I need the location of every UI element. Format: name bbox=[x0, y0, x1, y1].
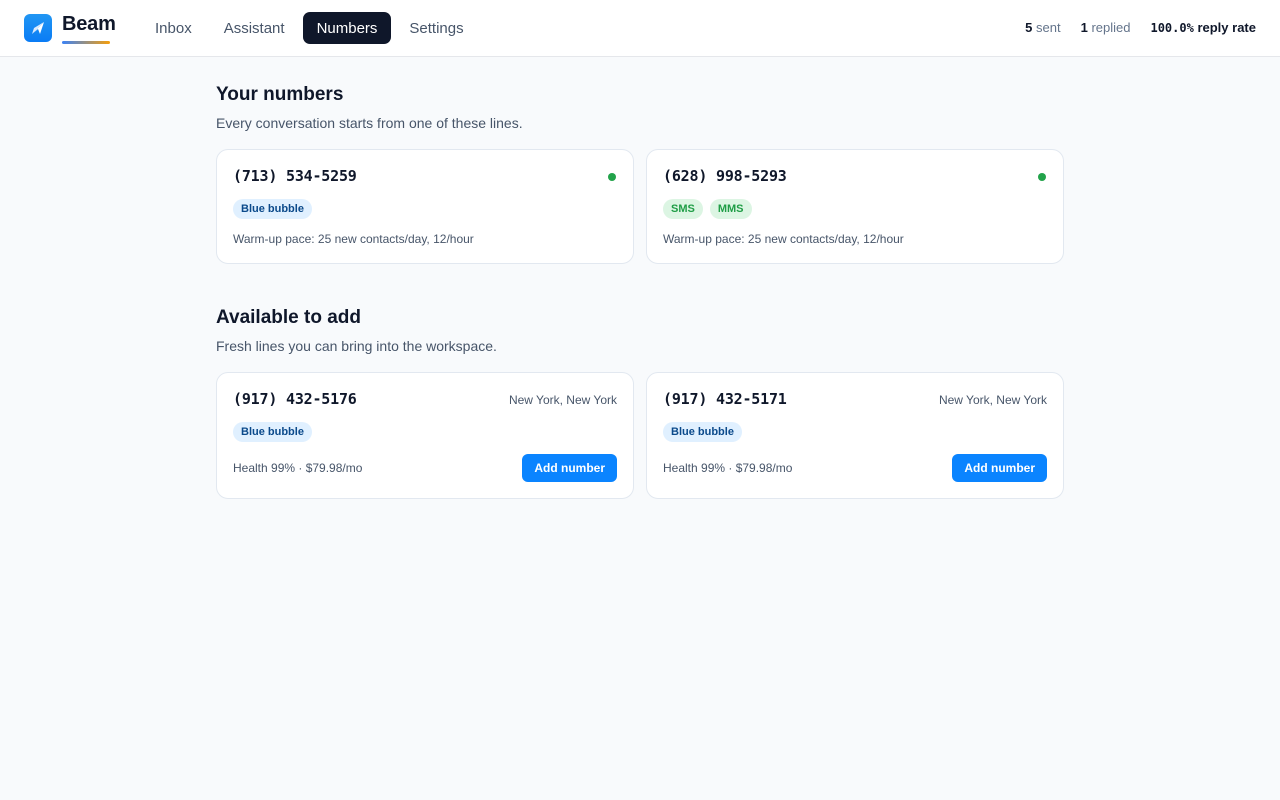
number-location: New York, New York bbox=[508, 393, 617, 407]
main-nav: Inbox Assistant Numbers Settings bbox=[141, 12, 478, 44]
paper-plane-icon[interactable] bbox=[24, 14, 52, 42]
number-card: (628) 998-5293 SMS MMS Warm-up pace: 25 … bbox=[646, 149, 1064, 264]
badge-sms: SMS bbox=[663, 199, 703, 219]
available-number-card: (917) 432-5171 New York, New York Blue b… bbox=[646, 372, 1064, 499]
stat-replied-value: 1 bbox=[1080, 20, 1088, 35]
badge-mms: MMS bbox=[709, 199, 752, 219]
phone-number: (628) 998-5293 bbox=[663, 167, 787, 185]
your-numbers-subtitle: Every conversation starts from one of th… bbox=[216, 115, 523, 131]
warmup-pace: Warm-up pace: 25 new contacts/day, 12/ho… bbox=[233, 232, 474, 246]
warmup-pace: Warm-up pace: 25 new contacts/day, 12/ho… bbox=[663, 232, 904, 246]
capability-badges: Blue bubble bbox=[233, 199, 312, 219]
stat-replied: 1 replied bbox=[1081, 19, 1131, 37]
capability-badges: Blue bubble bbox=[233, 422, 312, 442]
nav-inbox[interactable]: Inbox bbox=[141, 12, 206, 44]
stat-rate-label: reply rate bbox=[1197, 20, 1256, 35]
health-price: Health 99% · $79.98/mo bbox=[233, 461, 363, 475]
capability-badges: Blue bubble bbox=[663, 422, 742, 442]
nav-settings[interactable]: Settings bbox=[395, 12, 477, 44]
phone-number: (917) 432-5171 bbox=[663, 390, 787, 408]
available-number-card: (917) 432-5176 New York, New York Blue b… bbox=[216, 372, 634, 499]
phone-number: (713) 534-5259 bbox=[233, 167, 357, 185]
badge-blue-bubble: Blue bubble bbox=[663, 422, 742, 442]
status-dot bbox=[608, 173, 616, 181]
status-dot bbox=[1038, 173, 1046, 181]
available-subtitle: Fresh lines you can bring into the works… bbox=[216, 338, 497, 354]
top-bar: Beam Inbox Assistant Numbers Settings 5 … bbox=[0, 0, 1280, 57]
brand-underline bbox=[62, 41, 110, 44]
brand-name[interactable]: Beam bbox=[62, 12, 116, 36]
stat-rate-value: 100.0% bbox=[1150, 21, 1194, 35]
phone-number: (917) 432-5176 bbox=[233, 390, 357, 408]
your-numbers-title: Your numbers bbox=[216, 84, 344, 105]
stat-replied-label: replied bbox=[1091, 20, 1131, 35]
badge-blue-bubble: Blue bubble bbox=[233, 199, 312, 219]
stat-sent-label: sent bbox=[1036, 20, 1061, 35]
nav-numbers[interactable]: Numbers bbox=[302, 12, 392, 44]
available-title: Available to add bbox=[216, 307, 361, 328]
capability-badges: SMS MMS bbox=[663, 199, 752, 219]
stats-summary: 5 sent 1 replied 100.0% reply rate bbox=[1025, 19, 1256, 37]
stat-sent: 5 sent bbox=[1025, 19, 1060, 37]
nav-assistant[interactable]: Assistant bbox=[210, 12, 299, 44]
badge-blue-bubble: Blue bubble bbox=[233, 422, 312, 442]
stat-sent-value: 5 bbox=[1025, 20, 1033, 35]
number-location: New York, New York bbox=[938, 393, 1047, 407]
number-card: (713) 534-5259 Blue bubble Warm-up pace:… bbox=[216, 149, 634, 264]
add-number-button[interactable]: Add number bbox=[522, 454, 617, 482]
health-price: Health 99% · $79.98/mo bbox=[663, 461, 793, 475]
stat-reply-rate: 100.0% reply rate bbox=[1150, 19, 1256, 37]
add-number-button[interactable]: Add number bbox=[952, 454, 1047, 482]
